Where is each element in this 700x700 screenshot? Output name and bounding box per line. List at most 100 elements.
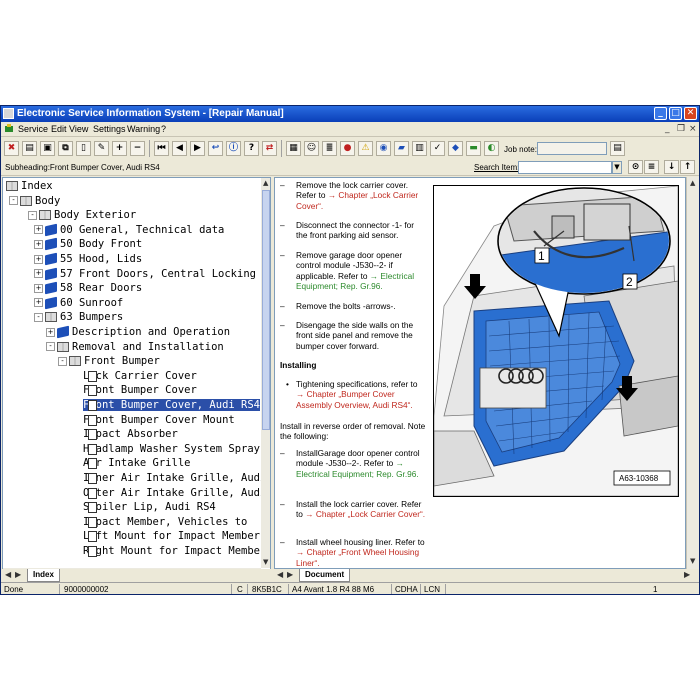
document-icon[interactable]: ▯ [76, 141, 91, 156]
menu-help[interactable]: ? [161, 124, 166, 134]
tree-node[interactable]: Inner Air Intake Grille, Audi [83, 471, 261, 485]
expand-icon[interactable]: + [34, 269, 43, 279]
tree-node[interactable]: Headlamp Washer System Spray [83, 442, 260, 456]
doc-minimize-button[interactable]: _ [665, 124, 670, 134]
document-vertical-scrollbar[interactable]: ▲ ▼ [686, 177, 699, 569]
tab-prev-icon[interactable]: ◀ [277, 570, 283, 579]
tree-node[interactable]: Front Bumper Cover [83, 383, 197, 397]
collapse-icon[interactable]: - [58, 356, 67, 366]
wrench-icon[interactable]: ✓ [430, 141, 445, 156]
menu-settings[interactable]: Settings [93, 124, 126, 134]
menu-service[interactable]: Service [18, 124, 48, 134]
tab-next-icon[interactable]: ▶ [287, 570, 293, 579]
tree-node[interactable]: +55 Hood, Lids [34, 252, 142, 266]
collapse-icon[interactable]: - [28, 210, 37, 220]
tree-node[interactable]: Front Bumper Cover, Audi RS4 [83, 398, 261, 412]
tree-node[interactable]: Outer Air Intake Grille, Audi [83, 486, 261, 500]
notes-icon[interactable]: ✎ [94, 141, 109, 156]
search-next-icon[interactable]: ↓ [664, 160, 679, 174]
link-lock-carrier-cover[interactable]: → Chapter „Lock Carrier Cover“. [305, 509, 425, 519]
doc-restore-button[interactable]: ❐ [677, 124, 685, 134]
tab-document[interactable]: Document [299, 569, 351, 582]
tree-node[interactable]: + Description and Operation [46, 325, 230, 339]
tree-node[interactable]: Lock Carrier Cover [83, 369, 197, 383]
parts-icon[interactable]: ● [340, 141, 355, 156]
collapse-icon[interactable]: - [46, 342, 55, 352]
job-note-field[interactable] [537, 142, 607, 155]
maximize-button[interactable]: □ [669, 107, 682, 120]
print-icon[interactable]: ▤ [22, 141, 37, 156]
swap-icon[interactable]: ⇄ [262, 141, 277, 156]
tree-node[interactable]: +58 Rear Doors [34, 281, 142, 295]
warning-icon[interactable]: ⚠ [358, 141, 373, 156]
tree-node[interactable]: +60 Sunroof [34, 296, 123, 310]
job-note-save-icon[interactable]: ▤ [610, 141, 625, 156]
tree-node[interactable]: Impact Absorber [83, 427, 178, 441]
zoom-out-icon[interactable]: − [130, 141, 145, 156]
tab-next-icon[interactable]: ▶ [15, 570, 21, 579]
tree-node[interactable]: Left Mount for Impact Member [83, 529, 260, 543]
minimize-button[interactable]: _ [654, 107, 667, 120]
tree-node[interactable]: - 63 Bumpers [34, 310, 123, 324]
stack-icon[interactable]: ≣ [322, 141, 337, 156]
shield-icon[interactable]: ◆ [448, 141, 463, 156]
tree-node[interactable]: Index [6, 179, 53, 193]
link-bumper-cover-overview[interactable]: → Chapter „Bumper Cover Assembly Overvie… [296, 389, 413, 409]
tree-node[interactable]: Spoiler Lip, Audi RS4 [83, 500, 216, 514]
expand-icon[interactable]: + [34, 283, 43, 293]
search-previous-icon[interactable]: ↑ [680, 160, 695, 174]
tree-node[interactable]: Right Mount for Impact Member [83, 544, 261, 558]
globe-icon[interactable]: ◉ [376, 141, 391, 156]
tree-node[interactable]: - Removal and Installation [46, 340, 224, 354]
doc-close-button[interactable]: × [689, 124, 697, 134]
zoom-in-icon[interactable]: + [112, 141, 127, 156]
tree-node[interactable]: +57 Front Doors, Central Locking [34, 267, 256, 281]
expand-icon[interactable]: + [46, 327, 55, 337]
exit-icon[interactable]: ✖ [4, 141, 19, 156]
expand-icon[interactable]: + [34, 298, 43, 308]
doc-hscroll-right-icon[interactable]: ▶ [684, 570, 690, 579]
tree-node[interactable]: - Body Exterior [28, 208, 136, 222]
tree-node[interactable]: Air Intake Grille [83, 456, 190, 470]
tree-node[interactable]: +00 General, Technical data [34, 223, 224, 237]
tree-node[interactable]: - Front Bumper [58, 354, 160, 368]
hyperlink-back-icon[interactable]: ↩ [208, 141, 223, 156]
tree-node[interactable]: +50 Body Front [34, 237, 142, 251]
scroll-down-icon[interactable]: ▼ [263, 558, 268, 566]
calculator-icon[interactable]: ▥ [412, 141, 427, 156]
scroll-down-icon[interactable]: ▼ [690, 557, 695, 565]
car-icon[interactable]: ▬ [466, 141, 481, 156]
next-icon[interactable]: ▶ [190, 141, 205, 156]
tree-node[interactable]: Impact Member, Vehicles to [83, 515, 247, 529]
menu-edit[interactable]: Edit [51, 124, 67, 134]
scroll-up-icon[interactable]: ▲ [263, 179, 268, 187]
tree-node[interactable]: Front Bumper Cover Mount [83, 413, 235, 427]
chevron-down-icon[interactable]: ▼ [612, 161, 622, 174]
copy-icon[interactable]: ⧉ [58, 141, 73, 156]
tree-scroll-thumb[interactable] [262, 190, 270, 430]
book-icon[interactable]: ▰ [394, 141, 409, 156]
expand-icon[interactable]: + [34, 254, 43, 264]
tab-prev-icon[interactable]: ◀ [5, 570, 11, 579]
collapse-icon[interactable]: - [34, 312, 43, 322]
person-icon[interactable]: ☺ [304, 141, 319, 156]
collapse-icon[interactable]: - [9, 196, 18, 206]
help-icon[interactable]: ? [244, 141, 259, 156]
link-wheel-housing-liner[interactable]: → Chapter „Front Wheel Housing Liner“. [296, 547, 419, 567]
tree-vertical-scrollbar[interactable]: ▲ ▼ [261, 178, 270, 568]
diagnose-icon[interactable]: ◐ [484, 141, 499, 156]
menu-view[interactable]: View [69, 124, 88, 134]
search-item-input[interactable] [518, 161, 612, 174]
search-clear-icon[interactable]: ≡ [644, 160, 659, 174]
info-icon[interactable]: ⓘ [226, 141, 241, 156]
previous-icon[interactable]: ◀ [172, 141, 187, 156]
search-binoculars-icon[interactable]: ⊙ [628, 160, 643, 174]
title-bar[interactable]: Electronic Service Information System - … [1, 106, 699, 122]
tree-node[interactable]: - Body [9, 194, 60, 208]
menu-warning[interactable]: Warning [127, 124, 160, 134]
first-page-icon[interactable]: ⏮ [154, 141, 169, 156]
print-preview-icon[interactable]: ▣ [40, 141, 55, 156]
expand-icon[interactable]: + [34, 225, 43, 235]
scroll-up-icon[interactable]: ▲ [690, 179, 695, 187]
close-button[interactable]: ✕ [684, 107, 697, 120]
